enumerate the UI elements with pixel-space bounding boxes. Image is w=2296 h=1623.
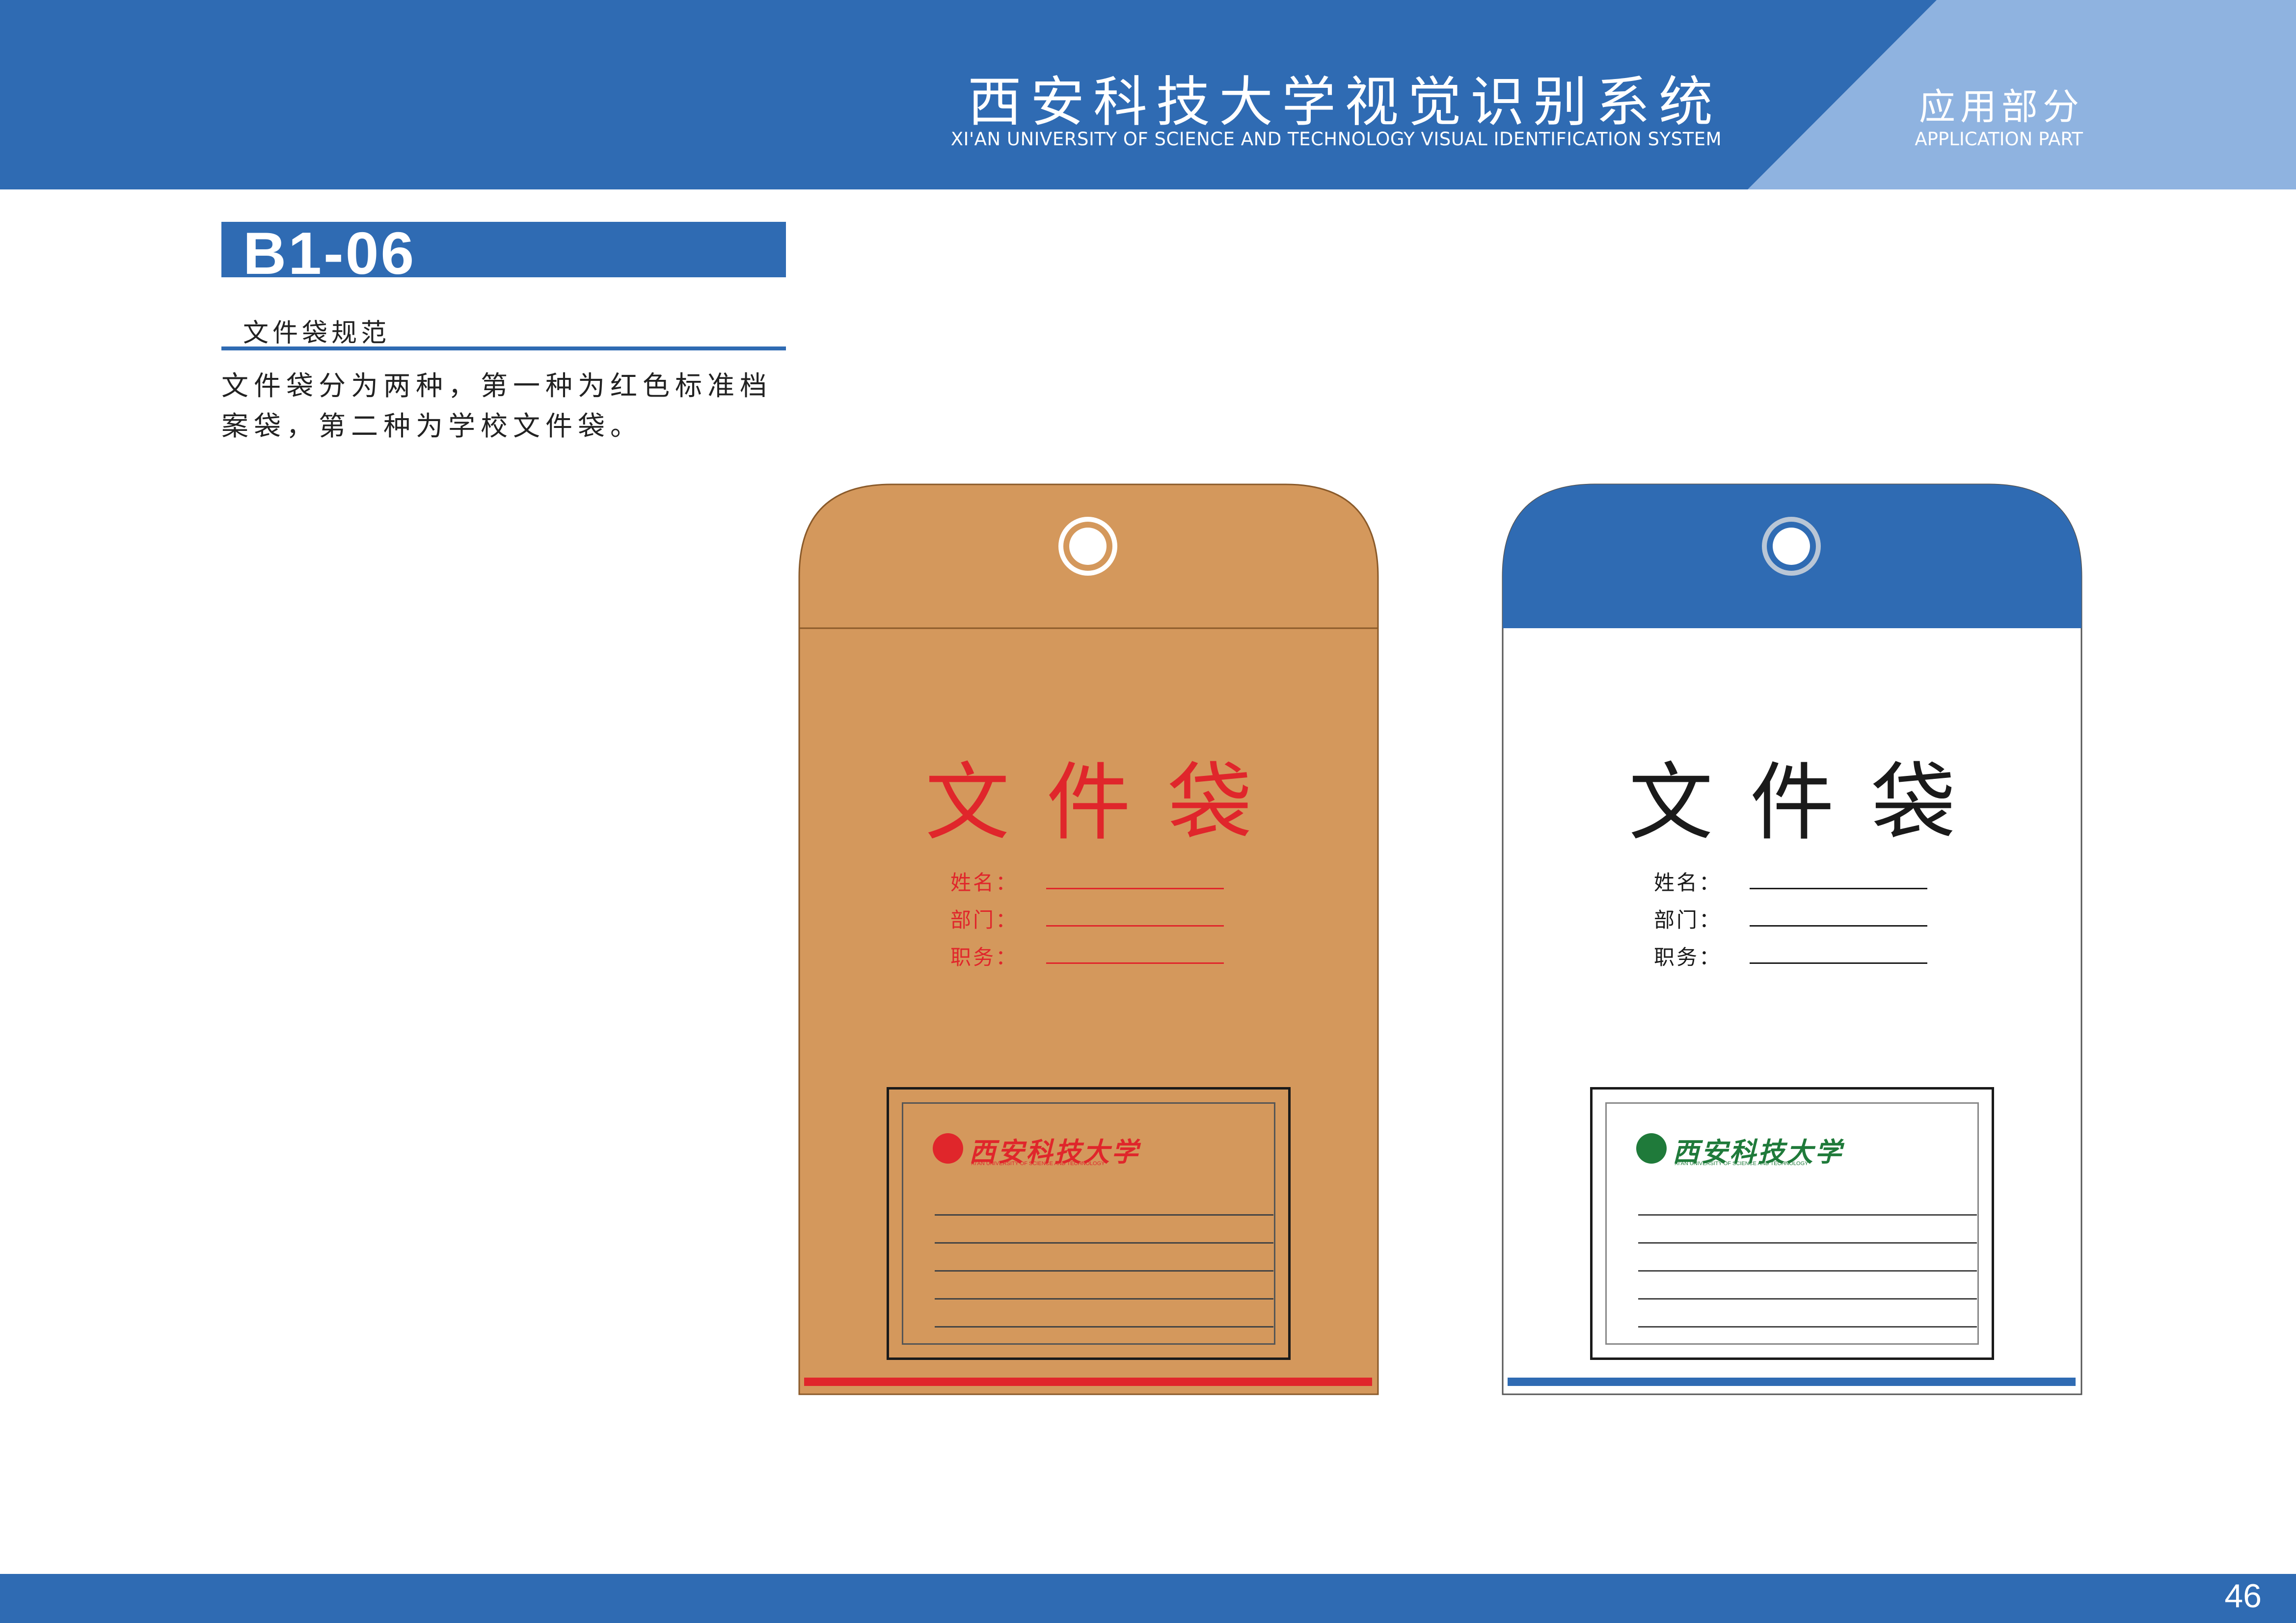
logo-wordmark-en: XI'AN UNIVERSITY OF SCIENCE AND TECHNOLO… [971, 1161, 1105, 1167]
logo-wordmark-en: XI'AN UNIVERSITY OF SCIENCE AND TECHNOLO… [1675, 1161, 1809, 1167]
label-box-inner: 西安科技大学 XI'AN UNIVERSITY OF SCIENCE AND T… [1605, 1102, 1979, 1345]
ruled-line [1638, 1214, 1977, 1216]
section-subtitle: 文件袋规范 [243, 319, 391, 348]
field-name-line [1750, 888, 1927, 889]
field-position-line [1750, 962, 1927, 964]
field-department-line [1750, 925, 1927, 927]
field-name-line [1046, 888, 1224, 889]
header-title-en: XI'AN UNIVERSITY OF SCIENCE AND TECHNOLO… [950, 129, 1722, 150]
envelope-title: 文件袋 [1628, 753, 1993, 852]
envelope-red-standard: 文件袋 姓名： 部门： 职务： 西安科技大学 XI'AN UNIVERSITY … [798, 483, 1379, 1395]
ruled-line [935, 1270, 1273, 1272]
ruled-line [935, 1326, 1273, 1328]
field-name-label: 姓名： [950, 871, 1019, 895]
label-box-inner: 西安科技大学 XI'AN UNIVERSITY OF SCIENCE AND T… [902, 1102, 1275, 1345]
field-department-label: 部门： [1654, 908, 1722, 932]
university-emblem-icon [933, 1133, 963, 1164]
field-position-line [1046, 962, 1224, 964]
ruled-line [1638, 1242, 1977, 1244]
label-box: 西安科技大学 XI'AN UNIVERSITY OF SCIENCE AND T… [1590, 1087, 1994, 1360]
field-department-label: 部门： [950, 908, 1019, 932]
footer-bar [0, 1574, 2296, 1623]
bottom-strip [1508, 1378, 2076, 1386]
bottom-strip [804, 1378, 1372, 1386]
subtitle-rule [221, 346, 786, 350]
ruled-line [935, 1298, 1273, 1300]
field-position-label: 职务： [1654, 945, 1722, 969]
header-section-en: APPLICATION PART [1915, 129, 2083, 150]
section-description: 文件袋分为两种，第一种为红色标准档案袋，第二种为学校文件袋。 [221, 370, 773, 442]
ruled-line [935, 1242, 1273, 1244]
ruled-line [935, 1214, 1273, 1216]
university-emblem-icon [1636, 1133, 1667, 1164]
ruled-line [1638, 1298, 1977, 1300]
section-code: B1-06 [243, 220, 416, 287]
field-position-label: 职务： [950, 945, 1019, 969]
ruled-line [1638, 1326, 1977, 1328]
page-number: 46 [2224, 1577, 2262, 1615]
ruled-line [1638, 1270, 1977, 1272]
envelope-school: 文件袋 姓名： 部门： 职务： 西安科技大学 XI'AN UNIVERSITY … [1502, 483, 2082, 1395]
header-title-cn: 西安科技大学视觉识别系统 [968, 71, 1722, 133]
envelope-title: 文件袋 [925, 753, 1289, 852]
field-name-label: 姓名： [1654, 871, 1722, 895]
header-section-cn: 应用部分 [1919, 86, 2084, 128]
field-department-line [1046, 925, 1224, 927]
label-box: 西安科技大学 XI'AN UNIVERSITY OF SCIENCE AND T… [887, 1087, 1291, 1360]
